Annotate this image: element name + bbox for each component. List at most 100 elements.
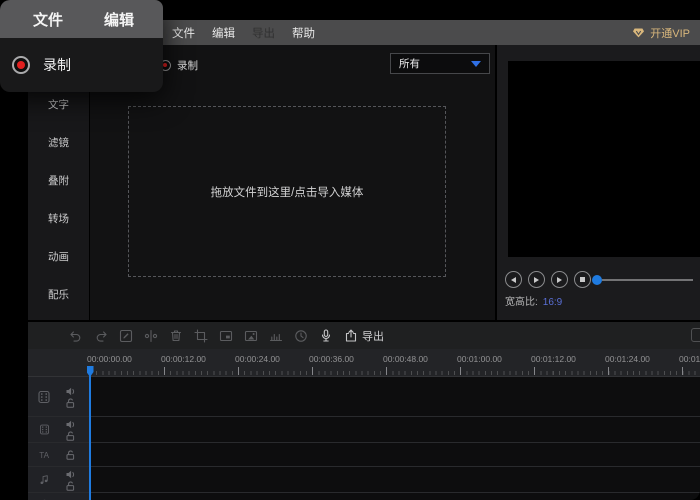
split-icon	[143, 328, 159, 344]
edit-icon	[118, 328, 134, 344]
audio-mixer-button[interactable]	[268, 328, 284, 344]
undo-button[interactable]	[68, 328, 84, 344]
preview-panel: 宽高比: 16:9	[497, 45, 700, 320]
app-window: 文件编辑导出帮助 开通VIP 文字滤镜叠附转场动画配乐 录制 所有	[0, 0, 700, 500]
mute-toggle[interactable]	[65, 469, 75, 479]
previous-frame-button[interactable]	[505, 271, 522, 288]
pip-button[interactable]	[218, 328, 234, 344]
menu-file-tab[interactable]: 文件	[33, 9, 63, 30]
video-track-1-header	[28, 377, 90, 416]
mute-toggle[interactable]	[65, 419, 75, 429]
text-track-lane[interactable]	[90, 443, 700, 466]
media-filter-value: 所有	[399, 56, 420, 71]
menu-zoom-callout: 文件 编辑 录制	[0, 0, 163, 92]
video-track-1-lane[interactable]	[90, 377, 700, 416]
lock-toggle[interactable]	[65, 481, 75, 491]
seek-bar[interactable]	[602, 279, 693, 281]
record-icon	[12, 56, 30, 74]
sidebar-item[interactable]: 动画	[28, 237, 89, 275]
ruler-major-ticks	[90, 367, 700, 375]
music-track-lane[interactable]	[90, 467, 700, 492]
sidebar-item[interactable]: 叠附	[28, 161, 89, 199]
voice-track-lane[interactable]	[90, 493, 700, 500]
editor-root: 文件编辑导出帮助 开通VIP 文字滤镜叠附转场动画配乐 录制 所有	[28, 20, 700, 500]
ruler-timestamp: 00:00:48.00	[383, 354, 428, 364]
sidebar-item[interactable]: 转场	[28, 199, 89, 237]
track-toggles	[60, 386, 80, 408]
text-track-header: TA	[28, 443, 90, 466]
crop-button[interactable]	[193, 328, 209, 344]
ruler-timestamp: 00:01:24.00	[605, 354, 650, 364]
menubar-item: 导出	[252, 25, 275, 41]
play-button[interactable]	[528, 271, 545, 288]
seek-thumb[interactable]	[592, 275, 602, 285]
import-dropzone[interactable]: 拖放文件到这里/点击导入媒体	[128, 106, 446, 277]
redo-button[interactable]	[93, 328, 109, 344]
video-track-1	[28, 377, 700, 417]
aspect-value[interactable]: 16:9	[543, 297, 562, 308]
aspect-label: 宽高比:	[505, 297, 538, 308]
split-button[interactable]	[143, 328, 159, 344]
music-track	[28, 467, 700, 493]
speaker-icon	[65, 419, 75, 429]
edit-button[interactable]	[118, 328, 134, 344]
mute-toggle[interactable]	[65, 386, 75, 396]
levels-icon	[268, 328, 284, 344]
lock-toggle[interactable]	[65, 450, 75, 460]
film-icon	[38, 423, 51, 436]
playhead-line	[89, 372, 91, 500]
lock-icon	[65, 398, 75, 408]
export-icon	[343, 328, 359, 344]
aspect-ratio: 宽高比: 16:9	[505, 293, 562, 308]
stop-button[interactable]	[574, 271, 591, 288]
voice-track	[28, 493, 700, 500]
track-toggles	[60, 419, 80, 441]
export-button[interactable]: 导出	[343, 328, 384, 344]
video-track-2-lane[interactable]	[90, 417, 700, 442]
speed-button[interactable]	[293, 328, 309, 344]
lock-toggle[interactable]	[65, 431, 75, 441]
ruler-timestamp: 00:00:36.00	[309, 354, 354, 364]
timeline-ruler[interactable]: 00:00:00.00 00:00:12.00 00:00:24.00 00:00:3…	[28, 349, 700, 377]
lock-icon	[65, 450, 75, 460]
export-label: 导出	[362, 328, 384, 344]
video-viewport	[508, 61, 700, 257]
trash-icon	[168, 328, 184, 344]
next-frame-button[interactable]	[551, 271, 568, 288]
media-filter-dropdown[interactable]: 所有	[390, 53, 490, 74]
text-icon: TA	[38, 448, 51, 461]
green-screen-button[interactable]	[243, 328, 259, 344]
crop-icon	[193, 328, 209, 344]
menubar-item[interactable]: 文件	[172, 25, 195, 41]
vip-gem-icon	[632, 26, 645, 39]
ruler-timestamp: 00:00:00.00	[87, 354, 132, 364]
vip-button[interactable]: 开通VIP	[632, 25, 690, 41]
svg-text:TA: TA	[39, 451, 49, 460]
speaker-icon	[65, 386, 75, 396]
film-icon	[36, 389, 52, 405]
music-track-header	[28, 467, 90, 492]
delete-button[interactable]	[168, 328, 184, 344]
timeline-toolbar: 导出	[28, 322, 700, 349]
vip-label: 开通VIP	[650, 25, 690, 41]
text-track-icon: TA	[28, 448, 60, 461]
voiceover-button[interactable]	[318, 328, 334, 344]
ruler-timestamp: 00:01:12.00	[531, 354, 576, 364]
zoom-fit-icon[interactable]	[691, 328, 700, 342]
redo-icon	[93, 328, 109, 344]
ruler-timestamp: 00:00:12.00	[161, 354, 206, 364]
ruler-timestamp: 00:00:24.00	[235, 354, 280, 364]
record-tab[interactable]: 录制	[160, 58, 198, 73]
speaker-icon	[65, 469, 75, 479]
menu-edit-tab[interactable]: 编辑	[104, 9, 134, 30]
track-toggles	[60, 469, 80, 491]
sidebar-item[interactable]: 配乐	[28, 275, 89, 313]
chroma-icon	[243, 328, 259, 344]
lock-toggle[interactable]	[65, 398, 75, 408]
undo-icon	[68, 328, 84, 344]
menubar-item[interactable]: 帮助	[292, 25, 315, 41]
menubar-item[interactable]: 编辑	[212, 25, 235, 41]
lock-icon	[65, 431, 75, 441]
callout-menu-item-record[interactable]: 录制	[0, 38, 163, 92]
sidebar-item[interactable]: 滤镜	[28, 123, 89, 161]
